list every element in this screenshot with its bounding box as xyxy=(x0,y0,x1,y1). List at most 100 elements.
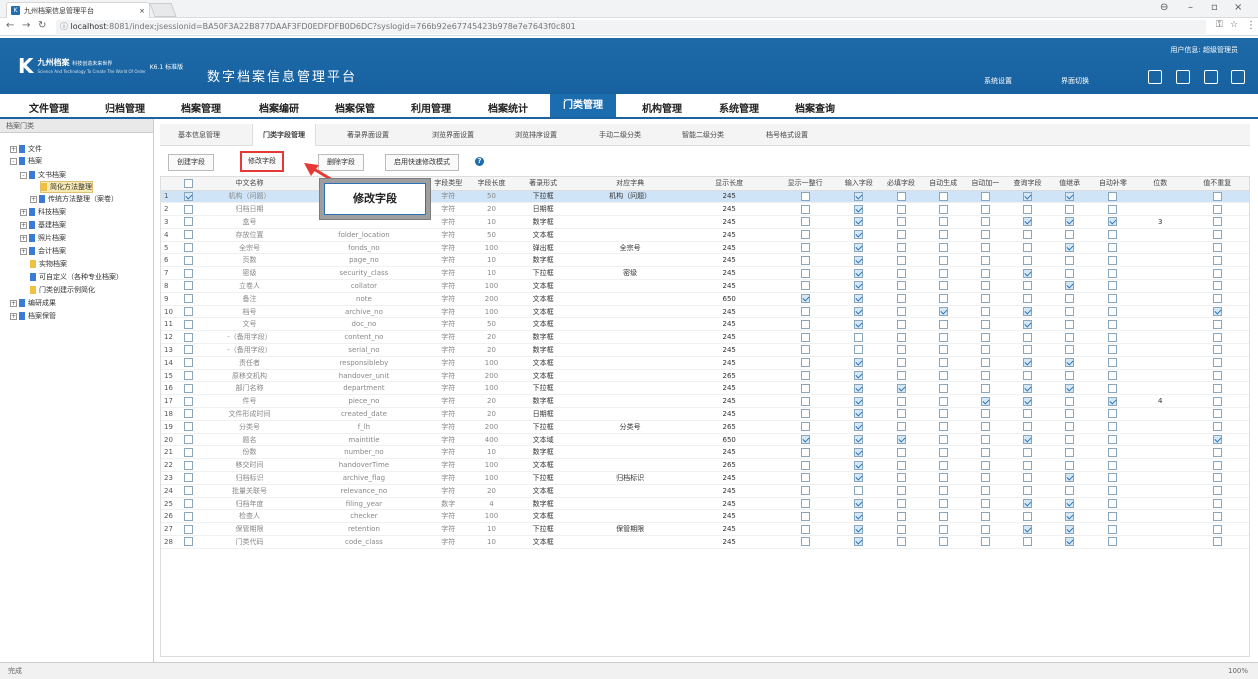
row-select-checkbox[interactable] xyxy=(183,319,193,329)
input-field-checkbox[interactable] xyxy=(854,537,864,547)
inherit-value-checkbox[interactable] xyxy=(1065,435,1075,445)
menu-statistics[interactable]: 档案统计 xyxy=(488,100,528,115)
show-full-row-checkbox[interactable] xyxy=(800,371,810,381)
zero-pad-checkbox[interactable] xyxy=(1108,294,1118,304)
row-select-checkbox[interactable] xyxy=(183,435,193,445)
inherit-value-checkbox[interactable] xyxy=(1065,524,1075,534)
auto-increment-checkbox[interactable] xyxy=(980,396,990,406)
auto-generate-checkbox[interactable] xyxy=(938,230,948,240)
inherit-value-checkbox[interactable] xyxy=(1065,217,1075,227)
expand-icon[interactable]: + xyxy=(10,145,17,153)
auto-generate-checkbox[interactable] xyxy=(938,319,948,329)
auto-generate-checkbox[interactable] xyxy=(938,524,948,534)
auto-generate-checkbox[interactable] xyxy=(938,268,948,278)
input-field-checkbox[interactable] xyxy=(854,255,864,265)
tree-node-traditional[interactable]: + 传统方法整理（案卷） xyxy=(30,194,118,204)
query-field-checkbox[interactable] xyxy=(1022,473,1032,483)
input-field-checkbox[interactable] xyxy=(854,294,864,304)
query-field-checkbox[interactable] xyxy=(1022,268,1032,278)
tab-basic-info[interactable]: 基本信息管理 xyxy=(178,130,220,140)
tab-manual-classify[interactable]: 手动二级分类 xyxy=(599,130,641,140)
auto-generate-checkbox[interactable] xyxy=(938,281,948,291)
zero-pad-checkbox[interactable] xyxy=(1108,332,1118,342)
required-checkbox[interactable] xyxy=(896,217,906,227)
row-select-checkbox[interactable] xyxy=(183,409,193,419)
auto-increment-checkbox[interactable] xyxy=(980,524,990,534)
show-full-row-checkbox[interactable] xyxy=(800,409,810,419)
required-checkbox[interactable] xyxy=(896,537,906,547)
input-field-checkbox[interactable] xyxy=(854,268,864,278)
table-row[interactable]: 15 原移交机构 handover_unit 字符 200 文本框 265 xyxy=(161,369,1249,383)
tree-node-simplified[interactable]: 简化方法整理 xyxy=(40,181,93,193)
table-row[interactable]: 5 全宗号 fonds_no 字符 100 弹出框 全宗号 245 xyxy=(161,241,1249,255)
input-field-checkbox[interactable] xyxy=(854,204,864,214)
auto-generate-checkbox[interactable] xyxy=(938,473,948,483)
table-row[interactable]: 28 门类代码 code_class 字符 10 文本框 245 xyxy=(161,535,1249,549)
input-field-checkbox[interactable] xyxy=(854,499,864,509)
query-field-checkbox[interactable] xyxy=(1022,422,1032,432)
unique-value-checkbox[interactable] xyxy=(1212,435,1222,445)
show-full-row-checkbox[interactable] xyxy=(800,447,810,457)
row-select-checkbox[interactable] xyxy=(183,191,193,201)
required-checkbox[interactable] xyxy=(896,255,906,265)
query-field-checkbox[interactable] xyxy=(1022,319,1032,329)
required-checkbox[interactable] xyxy=(896,230,906,240)
query-field-checkbox[interactable] xyxy=(1022,486,1032,496)
tree-node-compilation[interactable]: + 编研成果 xyxy=(10,298,56,308)
inherit-value-checkbox[interactable] xyxy=(1065,486,1075,496)
query-field-checkbox[interactable] xyxy=(1022,281,1032,291)
show-full-row-checkbox[interactable] xyxy=(800,422,810,432)
show-full-row-checkbox[interactable] xyxy=(800,307,810,317)
auto-increment-checkbox[interactable] xyxy=(980,268,990,278)
unique-value-checkbox[interactable] xyxy=(1212,345,1222,355)
auto-increment-checkbox[interactable] xyxy=(980,435,990,445)
row-select-checkbox[interactable] xyxy=(183,268,193,278)
unique-value-checkbox[interactable] xyxy=(1212,191,1222,201)
show-full-row-checkbox[interactable] xyxy=(800,435,810,445)
required-checkbox[interactable] xyxy=(896,191,906,201)
input-field-checkbox[interactable] xyxy=(854,371,864,381)
table-row[interactable]: 14 责任者 responsibleby 字符 100 文本框 245 xyxy=(161,356,1249,370)
row-select-checkbox[interactable] xyxy=(183,511,193,521)
inherit-value-checkbox[interactable] xyxy=(1065,332,1075,342)
table-row[interactable]: 8 立卷人 collator 字符 100 文本框 245 xyxy=(161,279,1249,293)
tab-field-management[interactable]: 门类字段管理 xyxy=(252,124,316,146)
column-header[interactable]: 著录形式 xyxy=(512,177,575,191)
browser-tab[interactable]: K 九州档案信息管理平台 × xyxy=(6,2,150,18)
unique-value-checkbox[interactable] xyxy=(1212,486,1222,496)
expand-icon[interactable]: + xyxy=(10,312,17,320)
auto-increment-checkbox[interactable] xyxy=(980,371,990,381)
inherit-value-checkbox[interactable] xyxy=(1065,204,1075,214)
column-header[interactable]: 值不重复 xyxy=(1185,177,1249,191)
inherit-value-checkbox[interactable] xyxy=(1065,383,1075,393)
row-select-checkbox[interactable] xyxy=(183,371,193,381)
unique-value-checkbox[interactable] xyxy=(1212,409,1222,419)
input-field-checkbox[interactable] xyxy=(854,358,864,368)
zero-pad-checkbox[interactable] xyxy=(1108,345,1118,355)
auto-generate-checkbox[interactable] xyxy=(938,332,948,342)
column-header[interactable]: 输入字段 xyxy=(837,177,880,191)
column-header[interactable]: 查询字段 xyxy=(1006,177,1049,191)
menu-filing-management[interactable]: 归档管理 xyxy=(105,100,145,115)
unique-value-checkbox[interactable] xyxy=(1212,268,1222,278)
unique-value-checkbox[interactable] xyxy=(1212,396,1222,406)
input-field-checkbox[interactable] xyxy=(854,422,864,432)
row-select-checkbox[interactable] xyxy=(183,422,193,432)
unique-value-checkbox[interactable] xyxy=(1212,371,1222,381)
tree-node-construction[interactable]: + 基建档案 xyxy=(20,220,66,230)
unique-value-checkbox[interactable] xyxy=(1212,332,1222,342)
row-select-checkbox[interactable] xyxy=(183,243,193,253)
unique-value-checkbox[interactable] xyxy=(1212,255,1222,265)
tree-node-custom[interactable]: 可自定义（各种专业档案） xyxy=(30,272,123,282)
table-row[interactable]: 26 检查人 checker 字符 100 文本框 245 xyxy=(161,509,1249,524)
menu-org-management[interactable]: 机构管理 xyxy=(642,100,682,115)
tab-code-format[interactable]: 档号格式设置 xyxy=(766,130,808,140)
input-field-checkbox[interactable] xyxy=(854,396,864,406)
zero-pad-checkbox[interactable] xyxy=(1108,409,1118,419)
column-header[interactable]: 必填字段 xyxy=(879,177,923,191)
zero-pad-checkbox[interactable] xyxy=(1108,435,1118,445)
tree-node-accounting[interactable]: + 会计档案 xyxy=(20,246,66,256)
unique-value-checkbox[interactable] xyxy=(1212,473,1222,483)
query-field-checkbox[interactable] xyxy=(1022,204,1032,214)
system-settings-link[interactable]: 系统设置 xyxy=(984,76,1012,86)
